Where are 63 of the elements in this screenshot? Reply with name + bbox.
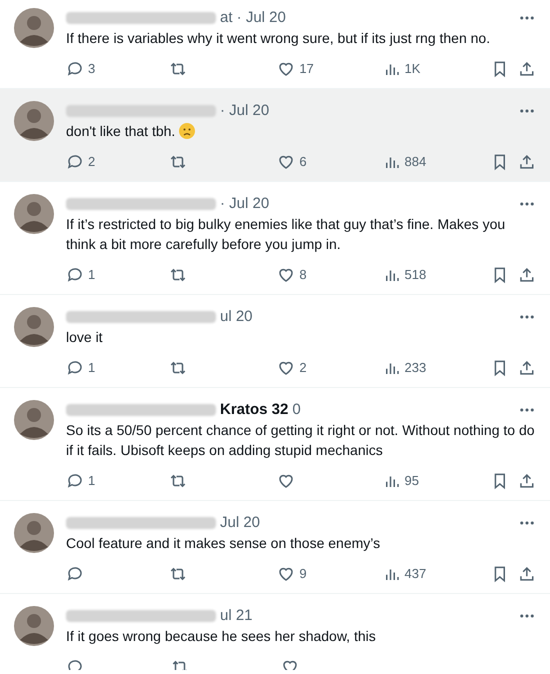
view-count: 233 bbox=[404, 359, 426, 378]
reply-meta: Jul 20 bbox=[220, 512, 260, 533]
like-count: 8 bbox=[299, 266, 307, 284]
like-count: 2 bbox=[299, 359, 307, 378]
view-count: 1K bbox=[404, 60, 420, 78]
view-count: 95 bbox=[404, 472, 419, 490]
share-icon[interactable] bbox=[518, 472, 536, 490]
reply-icon[interactable] bbox=[66, 359, 84, 377]
like-count: 17 bbox=[299, 60, 314, 78]
repost-icon[interactable] bbox=[169, 60, 188, 78]
reply-meta: · Jul 20 bbox=[220, 100, 270, 121]
reply-meta: · Jul 20 bbox=[220, 194, 270, 214]
heart-icon[interactable] bbox=[277, 472, 296, 490]
reply-count: 2 bbox=[88, 153, 96, 172]
repost-icon[interactable] bbox=[169, 153, 188, 171]
reply-text: If there is variables why it went wrong sure, but if its just rng then no. bbox=[66, 29, 490, 48]
reply-count: 1 bbox=[88, 359, 96, 378]
heart-icon[interactable] bbox=[277, 565, 296, 583]
reply-meta: ul 21 bbox=[220, 606, 253, 626]
share-icon[interactable] bbox=[518, 60, 536, 78]
reply-card[interactable]: · Jul 20 don't like that tbh. 2 6 884 bbox=[0, 89, 550, 182]
user-name[interactable]: Kratos 32 bbox=[220, 398, 288, 422]
avatar[interactable] bbox=[14, 513, 54, 553]
repost-icon[interactable] bbox=[169, 266, 188, 284]
heart-icon[interactable] bbox=[277, 153, 296, 171]
reply-text: don't like that tbh. bbox=[66, 122, 176, 141]
heart-icon[interactable] bbox=[277, 359, 296, 377]
reply-icon[interactable] bbox=[66, 60, 84, 78]
reply-text: If it’s restricted to big bulky enemies like that guy that’s fine. Makes you think a bit more carefully before you jump in. bbox=[66, 215, 506, 254]
heart-icon[interactable] bbox=[277, 266, 296, 284]
share-icon[interactable] bbox=[518, 266, 536, 284]
like-count: 6 bbox=[299, 153, 307, 172]
reply-text: Cool feature and it makes sense on those enemy’s bbox=[66, 534, 380, 553]
like-count: 9 bbox=[299, 565, 307, 584]
reply-count: 1 bbox=[88, 472, 96, 490]
avatar[interactable] bbox=[14, 606, 54, 646]
avatar[interactable] bbox=[14, 8, 54, 48]
avatar[interactable] bbox=[14, 307, 54, 347]
reply-meta: at · Jul 20 bbox=[220, 8, 286, 28]
avatar[interactable] bbox=[14, 101, 54, 141]
reply-icon[interactable] bbox=[66, 266, 84, 284]
reply-text: love it bbox=[66, 328, 103, 347]
avatar[interactable] bbox=[14, 194, 54, 234]
reply-meta: 0 bbox=[292, 400, 301, 420]
share-icon[interactable] bbox=[518, 359, 536, 377]
repost-icon[interactable] bbox=[169, 359, 188, 377]
share-icon[interactable] bbox=[518, 153, 536, 171]
reply-count: 3 bbox=[88, 60, 96, 78]
avatar[interactable] bbox=[14, 400, 54, 440]
view-count: 518 bbox=[404, 266, 426, 284]
reply-meta: ul 20 bbox=[220, 306, 253, 327]
reply-icon[interactable] bbox=[66, 153, 84, 171]
reply-count: 1 bbox=[88, 266, 96, 284]
reply-text: If it goes wrong because he sees her shadow, this bbox=[66, 627, 376, 646]
view-count: 884 bbox=[404, 153, 426, 172]
reply-icon[interactable] bbox=[66, 565, 84, 583]
reply-text: So its a 50/50 percent chance of getting it right or not. Without nothing to do if it fails. Ubisoft keeps on adding stupid mechanics bbox=[66, 421, 536, 460]
repost-icon[interactable] bbox=[169, 472, 188, 490]
repost-icon[interactable] bbox=[169, 565, 188, 583]
view-count: 437 bbox=[404, 565, 426, 584]
share-icon[interactable] bbox=[518, 565, 536, 583]
heart-icon[interactable] bbox=[277, 60, 296, 78]
reply-icon[interactable] bbox=[66, 472, 84, 490]
